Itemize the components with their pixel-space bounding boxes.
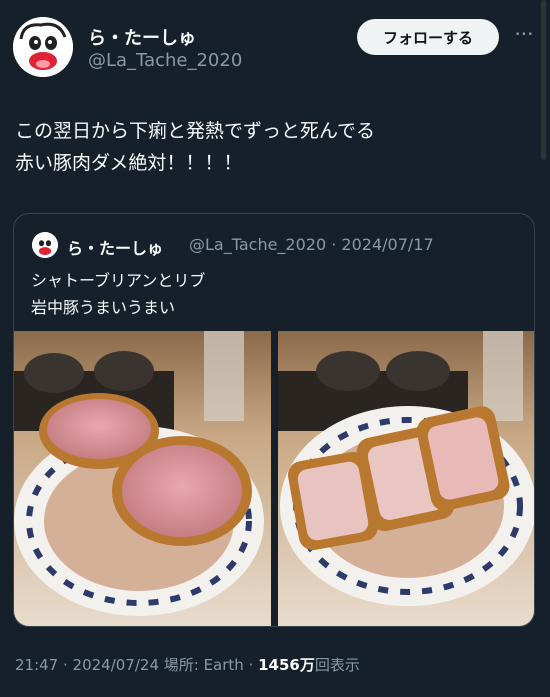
author-display-name[interactable]: ら・たーしゅ	[88, 24, 196, 50]
author-handle[interactable]: @La_Tache_2020	[88, 50, 242, 71]
scrollbar[interactable]	[541, 0, 546, 160]
timestamp-location[interactable]: 21:47 · 2024/07/24 場所: Earth ·	[15, 656, 258, 674]
tweet-text: この翌日から下痢と発熱でずっと死んでる 赤い豚肉ダメ絶対！！！！	[15, 120, 376, 174]
quoted-tweet-card[interactable]: ら・たーしゅ @La_Tache_2020 · 2024/07/17 シャトーブ…	[13, 213, 535, 627]
author-avatar[interactable]	[13, 17, 73, 77]
views-label: 回表示	[314, 656, 360, 674]
avatar-cartoon-icon	[13, 17, 73, 77]
tweet-meta: 21:47 · 2024/07/24 場所: Earth · 1456万回表示	[15, 654, 360, 675]
photo-cutlet-sliced[interactable]	[278, 331, 534, 626]
quoted-author-avatar[interactable]	[32, 232, 58, 258]
avatar-cartoon-icon	[32, 232, 58, 258]
more-icon[interactable]: ···	[510, 24, 538, 48]
quoted-text: シャトーブリアンとリブ 岩中豚うまいうまい	[31, 271, 206, 317]
food-photo-image	[278, 331, 534, 626]
photo-cutlet-whole[interactable]	[14, 331, 271, 626]
food-photo-image	[14, 331, 271, 626]
views-count: 1456万	[258, 656, 315, 674]
follow-button[interactable]: フォローする	[357, 19, 499, 55]
quoted-handle-date: @La_Tache_2020 · 2024/07/17	[189, 235, 434, 254]
quoted-display-name: ら・たーしゅ	[67, 239, 164, 258]
